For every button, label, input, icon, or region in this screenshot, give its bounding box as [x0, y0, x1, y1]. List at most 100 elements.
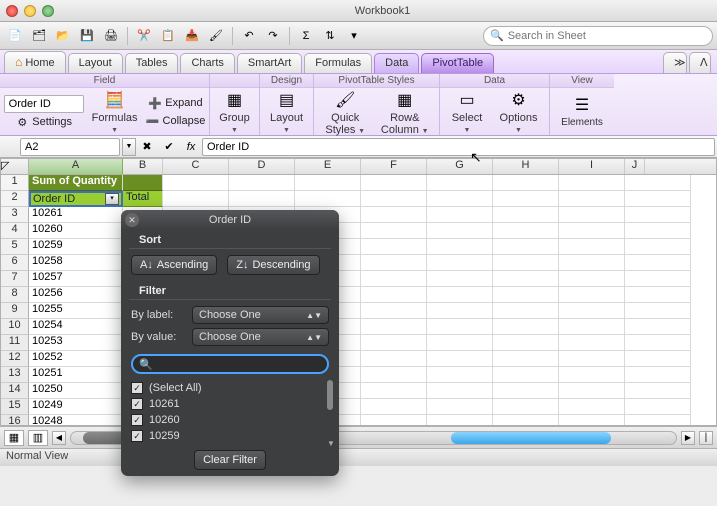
cell[interactable]: 10256: [29, 287, 123, 303]
cell[interactable]: 10257: [29, 271, 123, 287]
col-header-B[interactable]: B: [123, 159, 163, 174]
cell[interactable]: [625, 399, 691, 415]
search-box[interactable]: 🔍: [483, 26, 713, 46]
minimize-window-button[interactable]: [24, 5, 36, 17]
col-header-J[interactable]: J: [625, 159, 645, 174]
cell[interactable]: [163, 191, 229, 207]
cell[interactable]: 10251: [29, 367, 123, 383]
cell[interactable]: [427, 335, 493, 351]
name-box-dropdown[interactable]: ▼: [122, 138, 136, 156]
cell[interactable]: [493, 351, 559, 367]
cell[interactable]: 10261: [29, 207, 123, 223]
row-header-8[interactable]: 8: [1, 287, 29, 303]
cell[interactable]: [493, 335, 559, 351]
row-header-13[interactable]: 13: [1, 367, 29, 383]
field-settings-button[interactable]: ⚙Settings: [15, 115, 72, 129]
cell[interactable]: [427, 175, 493, 191]
cell[interactable]: [493, 303, 559, 319]
cell[interactable]: [361, 367, 427, 383]
tab-charts[interactable]: Charts: [180, 53, 234, 73]
cell[interactable]: [427, 367, 493, 383]
cell[interactable]: [427, 255, 493, 271]
row-header-6[interactable]: 6: [1, 255, 29, 271]
col-header-G[interactable]: G: [427, 159, 493, 174]
cell[interactable]: [427, 287, 493, 303]
row-header-1[interactable]: 1: [1, 175, 29, 191]
cell[interactable]: [361, 399, 427, 415]
cell[interactable]: [493, 383, 559, 399]
cell[interactable]: [361, 335, 427, 351]
popup-scrollbar[interactable]: ▼: [327, 380, 333, 444]
cell[interactable]: [493, 207, 559, 223]
cut-icon[interactable]: ✂️: [133, 25, 155, 47]
cell[interactable]: [625, 351, 691, 367]
cell[interactable]: [427, 303, 493, 319]
cell[interactable]: [625, 383, 691, 399]
tab-tables[interactable]: Tables: [125, 53, 179, 73]
cell[interactable]: 10259: [29, 239, 123, 255]
cell[interactable]: [493, 287, 559, 303]
format-painter-icon[interactable]: 🖌: [205, 25, 227, 47]
cell[interactable]: [427, 399, 493, 415]
cell[interactable]: [559, 287, 625, 303]
sort-icon[interactable]: ⇅: [319, 25, 341, 47]
page-layout-view-button[interactable]: ▥: [28, 430, 48, 446]
cell[interactable]: [559, 319, 625, 335]
col-header-D[interactable]: D: [229, 159, 295, 174]
fx-icon[interactable]: fx: [180, 138, 202, 156]
cell[interactable]: Sum of Quantity: [29, 175, 123, 191]
cell[interactable]: [493, 191, 559, 207]
cell[interactable]: Order ID▾: [29, 191, 123, 207]
cell[interactable]: [493, 223, 559, 239]
tabs-overflow-button[interactable]: ≫: [663, 52, 687, 73]
cell[interactable]: [361, 303, 427, 319]
checkbox-icon[interactable]: ✓: [131, 414, 143, 426]
cell[interactable]: [427, 271, 493, 287]
print-icon[interactable]: 🖨: [100, 25, 122, 47]
options-button[interactable]: ⚙Options ▼: [494, 88, 543, 136]
paste-icon[interactable]: 📥: [181, 25, 203, 47]
cell[interactable]: [493, 399, 559, 415]
field-name-input[interactable]: [4, 95, 84, 113]
open-icon[interactable]: 📂: [52, 25, 74, 47]
tab-data[interactable]: Data: [374, 53, 419, 73]
cell[interactable]: [625, 207, 691, 223]
cell[interactable]: [427, 223, 493, 239]
cell[interactable]: [493, 175, 559, 191]
cell[interactable]: [361, 207, 427, 223]
cell[interactable]: [493, 271, 559, 287]
row-header-15[interactable]: 15: [1, 399, 29, 415]
cell[interactable]: [493, 415, 559, 425]
col-header-F[interactable]: F: [361, 159, 427, 174]
col-header-H[interactable]: H: [493, 159, 559, 174]
cell[interactable]: [559, 351, 625, 367]
cell[interactable]: [625, 223, 691, 239]
filter-item[interactable]: ✓10259: [131, 428, 329, 444]
cell[interactable]: [163, 175, 229, 191]
tab-smartart[interactable]: SmartArt: [237, 53, 302, 73]
cell[interactable]: [229, 175, 295, 191]
cell[interactable]: [559, 239, 625, 255]
tab-home[interactable]: ⌂ Home: [4, 51, 66, 73]
cell[interactable]: 10254: [29, 319, 123, 335]
copy-icon[interactable]: 📋: [157, 25, 179, 47]
checkbox-icon[interactable]: ✓: [131, 398, 143, 410]
row-header-2[interactable]: 2: [1, 191, 29, 207]
col-header-C[interactable]: C: [163, 159, 229, 174]
cancel-formula-icon[interactable]: ✖: [136, 138, 158, 156]
autosum-icon[interactable]: Σ: [295, 25, 317, 47]
accept-formula-icon[interactable]: ✔: [158, 138, 180, 156]
cell[interactable]: [427, 415, 493, 425]
cell[interactable]: [625, 319, 691, 335]
cell[interactable]: [625, 255, 691, 271]
filter-item[interactable]: ✓10260: [131, 412, 329, 428]
cell[interactable]: [559, 367, 625, 383]
cell[interactable]: 10260: [29, 223, 123, 239]
popup-search[interactable]: 🔍: [131, 354, 329, 374]
cell[interactable]: [493, 255, 559, 271]
cell[interactable]: [361, 223, 427, 239]
layout-button[interactable]: ▤Layout ▼: [266, 88, 307, 136]
row-header-12[interactable]: 12: [1, 351, 29, 367]
cell[interactable]: [625, 191, 691, 207]
redo-icon[interactable]: ↷: [262, 25, 284, 47]
